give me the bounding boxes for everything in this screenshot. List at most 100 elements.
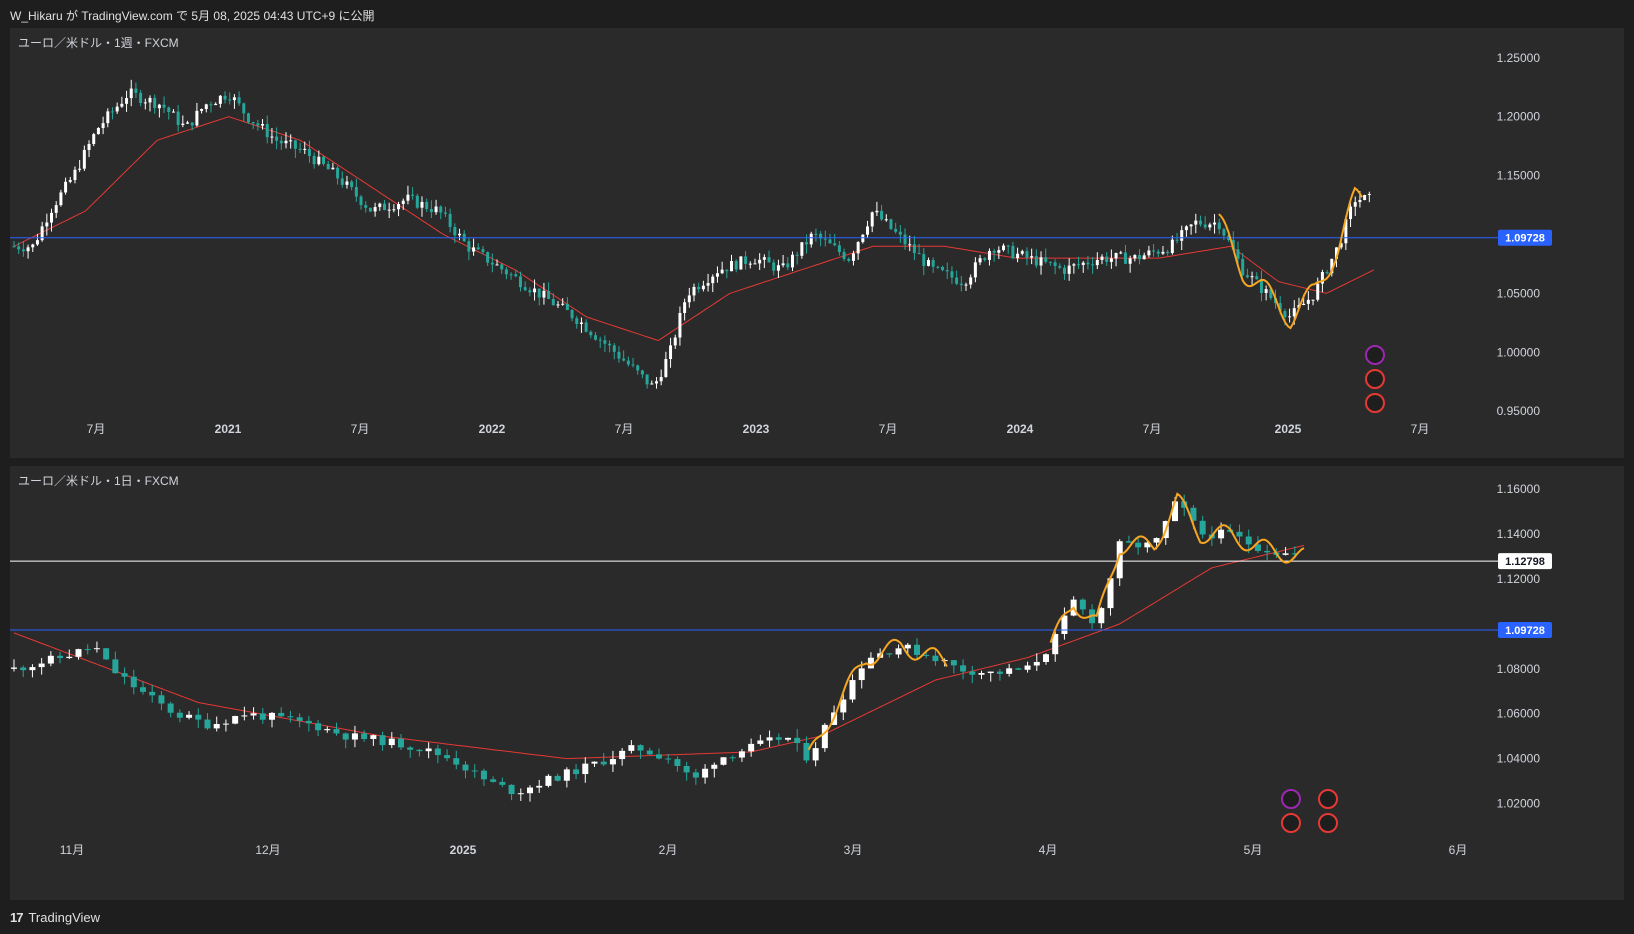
candle-body: [158, 695, 165, 704]
candle-body: [1175, 239, 1179, 241]
candle-body: [204, 719, 211, 729]
candle-body: [345, 181, 349, 185]
time-axis-label: 6月: [1449, 843, 1468, 857]
candle-body: [293, 140, 297, 149]
candle-body: [110, 111, 114, 113]
candle-body: [434, 206, 438, 213]
candle-body: [702, 768, 709, 778]
candle-body: [1100, 256, 1104, 260]
candle-body: [547, 290, 551, 299]
candle-body: [1079, 599, 1086, 610]
candle-body: [401, 200, 405, 204]
candle-body: [92, 134, 96, 144]
candle-body: [673, 337, 677, 346]
candle-body: [213, 724, 220, 729]
candle-body: [959, 283, 963, 286]
candle-body: [628, 745, 635, 751]
candle-body: [969, 277, 973, 285]
candle-body: [153, 97, 157, 109]
candle-body: [1236, 249, 1240, 259]
candle-body: [706, 283, 710, 286]
candle-body: [195, 714, 202, 720]
candle-body: [232, 97, 236, 101]
candle-body: [66, 656, 73, 659]
candle-body: [626, 360, 630, 365]
candle-body: [608, 343, 612, 346]
candle-body: [748, 263, 752, 265]
candle-body: [509, 274, 513, 276]
candle-body: [1302, 303, 1306, 305]
tradingview-logo[interactable]: 17 TradingView: [10, 910, 100, 925]
candle-body: [101, 123, 105, 129]
candle-body: [1245, 275, 1249, 278]
candle-body: [157, 104, 161, 109]
candle-body: [631, 364, 635, 366]
candle-body: [556, 304, 560, 306]
candle-body: [1043, 654, 1049, 662]
candle-body: [340, 178, 344, 185]
candle-body: [373, 207, 377, 212]
candle-body: [326, 163, 330, 170]
candle-body: [665, 758, 672, 760]
candle-body: [416, 749, 423, 752]
candle-body: [471, 770, 478, 772]
candle-body: [545, 775, 552, 786]
candle-body: [78, 168, 82, 170]
price-axis-label: 1.25000: [1497, 51, 1541, 65]
candle-body: [762, 257, 766, 260]
candle-body: [659, 376, 663, 382]
candle-body: [1311, 299, 1315, 301]
candle-body: [261, 124, 265, 126]
candle-body: [415, 195, 419, 208]
candle-body: [794, 737, 801, 744]
candle-body: [279, 140, 283, 144]
candle-body: [1123, 252, 1127, 264]
candle-body: [453, 758, 460, 765]
candle-body: [1189, 224, 1193, 227]
candle-body: [1105, 256, 1109, 262]
candle-body: [1367, 194, 1371, 196]
candle-body: [812, 748, 819, 761]
daily-chart-pane[interactable]: ユーロ／米ドル・1日・FXCM 1.16000 1.14000 1.12000 1.0…: [10, 466, 1624, 900]
candle-body: [1025, 251, 1029, 258]
candle-body: [361, 733, 368, 740]
candle-body: [734, 261, 738, 270]
candle-body: [591, 761, 598, 764]
candle-body: [1184, 226, 1188, 231]
candle-body: [645, 374, 649, 385]
candle-body: [130, 676, 137, 688]
candle-body: [354, 187, 358, 197]
candle-body: [884, 219, 888, 221]
candle-body: [176, 712, 183, 718]
candle-body: [289, 140, 293, 142]
candle-body: [68, 180, 72, 182]
weekly-chart-svg[interactable]: 1.25000 1.20000 1.15000 1.05000 1.00000 0.950…: [10, 28, 1624, 458]
candle-body: [744, 256, 748, 264]
candle-body: [287, 716, 294, 718]
weekly-chart-pane[interactable]: ユーロ／米ドル・1週・FXCM 1.25000 1.20000 1.15000 1.0…: [10, 28, 1624, 458]
candle-body: [333, 729, 340, 734]
candle-body: [296, 717, 303, 721]
candle-body: [1152, 250, 1156, 252]
candle-body: [444, 755, 451, 759]
time-axis-label: 5月: [1244, 843, 1263, 857]
candle-body: [181, 123, 185, 125]
candle-body: [1306, 299, 1310, 304]
time-axis-label: 2022: [479, 422, 506, 436]
candle-body: [748, 743, 755, 752]
candle-body: [237, 97, 241, 104]
candle-body: [1208, 224, 1212, 228]
candle-body: [1135, 542, 1142, 548]
candle-body: [908, 244, 912, 246]
candle-body: [1006, 668, 1013, 674]
candle-body: [1264, 550, 1271, 553]
candle-body: [125, 98, 129, 104]
time-axis-label: 11月: [60, 843, 84, 857]
candle-body: [738, 751, 745, 758]
time-axis-label: 2025: [450, 843, 477, 857]
daily-chart-svg[interactable]: 1.16000 1.14000 1.12000 1.08000 1.06000 1.040…: [10, 466, 1624, 900]
candle-body: [439, 206, 443, 213]
candle-body: [536, 785, 543, 788]
candle-body: [57, 655, 64, 659]
candle-body: [1218, 529, 1225, 539]
